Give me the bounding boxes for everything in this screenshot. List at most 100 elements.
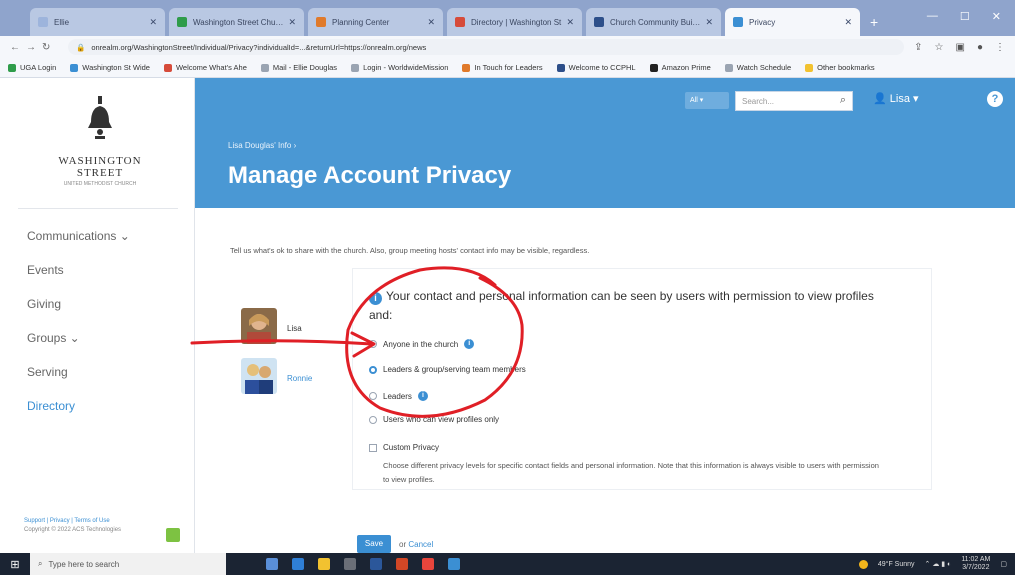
option-leaders-group-members[interactable]: Leaders & group/serving team members bbox=[369, 365, 526, 374]
browser-tab[interactable]: Washington Street Church ✕ bbox=[169, 8, 304, 36]
privacy-panel: i Your contact and personal information c… bbox=[352, 268, 932, 490]
info-icon[interactable]: i bbox=[464, 339, 475, 349]
extensions-icon[interactable]: ▣ bbox=[956, 42, 965, 53]
word-icon[interactable] bbox=[370, 558, 382, 570]
web-page: WASHINGTON STREET UNITED METHODIST CHURC… bbox=[0, 78, 1015, 553]
user-name: Lisa ▾ bbox=[889, 93, 919, 105]
person-name[interactable]: Ronnie bbox=[287, 374, 312, 383]
cancel-link[interactable]: Cancel bbox=[408, 540, 433, 549]
bookmark[interactable]: Watch Schedule bbox=[724, 63, 791, 72]
weather-text[interactable]: 49°F Sunny bbox=[878, 561, 915, 568]
browser-tab-bar: Ellie ✕ Washington Street Church ✕ Plannin… bbox=[0, 0, 1015, 36]
star-icon[interactable]: ☆ bbox=[935, 42, 944, 53]
minimize-icon[interactable]: — bbox=[927, 10, 938, 23]
user-menu[interactable]: 👤 Lisa ▾ bbox=[873, 92, 919, 105]
browser-tab[interactable]: Directory | Washington St ✕ bbox=[447, 8, 582, 36]
forward-icon[interactable]: → bbox=[26, 42, 42, 53]
bookmark[interactable]: Washington St Wide bbox=[70, 63, 150, 72]
sidebar-menu: Communications ⌄ Events Giving Groups ⌄ … bbox=[27, 226, 130, 430]
close-tab-icon[interactable]: ✕ bbox=[705, 17, 713, 28]
sidebar-item-directory[interactable]: Directory bbox=[27, 396, 130, 430]
windows-start-icon[interactable]: ⊞ bbox=[0, 553, 30, 575]
help-icon[interactable]: ? bbox=[987, 91, 1003, 107]
reload-icon[interactable]: ↻ bbox=[42, 42, 58, 53]
search-scope-select[interactable]: All ▾ bbox=[685, 92, 729, 109]
edge-icon[interactable] bbox=[292, 558, 304, 570]
new-tab-button[interactable]: + bbox=[870, 14, 878, 30]
person-card-lisa[interactable]: Lisa bbox=[235, 308, 355, 348]
radio-button[interactable] bbox=[369, 415, 377, 424]
file-explorer-icon[interactable] bbox=[318, 558, 330, 570]
close-window-icon[interactable]: ✕ bbox=[992, 10, 1001, 23]
notifications-icon[interactable]: ▢ bbox=[1000, 560, 1007, 568]
breadcrumb[interactable]: Lisa Douglas' Info › bbox=[228, 141, 296, 150]
search-icon[interactable]: ⌕ bbox=[840, 94, 846, 107]
tray-icons[interactable]: ⌃ ☁ ▮ ◐ bbox=[925, 560, 952, 568]
option-view-profiles-only[interactable]: Users who can view profiles only bbox=[369, 415, 499, 424]
radio-button[interactable] bbox=[369, 340, 377, 348]
profile-icon[interactable]: ● bbox=[977, 42, 983, 53]
clock[interactable]: 11:02 AM 3/7/2022 bbox=[961, 556, 990, 572]
option-custom-privacy[interactable]: Custom Privacy bbox=[369, 443, 439, 452]
tab-label: Directory | Washington St bbox=[471, 17, 562, 27]
taskbar-search[interactable]: ⌕ Type here to search bbox=[30, 553, 226, 575]
bookmark[interactable]: Welcome What's Ahe bbox=[163, 63, 247, 72]
intro-text: Tell us what's ok to share with the chur… bbox=[230, 246, 590, 255]
avatar bbox=[241, 358, 277, 394]
bookmark[interactable]: Mail - Ellie Douglas bbox=[260, 63, 337, 72]
search-icon: ⌕ bbox=[38, 559, 43, 568]
bookmark[interactable]: Login - WorldwideMission bbox=[351, 63, 448, 72]
tab-label: Washington Street Church bbox=[193, 17, 285, 27]
person-card-ronnie[interactable]: Ronnie bbox=[235, 358, 355, 398]
sidebar-item-events[interactable]: Events bbox=[27, 260, 130, 294]
share-icon[interactable]: ⇪ bbox=[914, 42, 922, 53]
back-icon[interactable]: ← bbox=[10, 42, 26, 53]
custom-privacy-description: Choose different privacy levels for spec… bbox=[383, 461, 879, 484]
app-icon[interactable] bbox=[448, 558, 460, 570]
option-leaders[interactable]: Leaders i bbox=[369, 391, 428, 401]
task-view-icon[interactable] bbox=[266, 558, 278, 570]
chat-icon[interactable] bbox=[166, 528, 180, 542]
radio-button[interactable] bbox=[369, 392, 377, 400]
info-icon[interactable]: i bbox=[417, 391, 428, 401]
sidebar-item-giving[interactable]: Giving bbox=[27, 294, 130, 328]
radio-button-selected[interactable] bbox=[369, 365, 377, 374]
close-tab-icon[interactable]: ✕ bbox=[288, 17, 296, 28]
browser-tab-active[interactable]: Privacy ✕ bbox=[725, 8, 860, 36]
checkbox[interactable] bbox=[369, 443, 377, 452]
save-button[interactable]: Save bbox=[357, 535, 391, 553]
maximize-icon[interactable]: ☐ bbox=[960, 10, 970, 23]
sidebar-item-communications[interactable]: Communications ⌄ bbox=[27, 226, 130, 260]
close-tab-icon[interactable]: ✕ bbox=[427, 17, 435, 28]
bookmark[interactable]: Welcome to CCPHL bbox=[556, 63, 636, 72]
close-tab-icon[interactable]: ✕ bbox=[566, 17, 574, 28]
browser-tab[interactable]: Planning Center ✕ bbox=[308, 8, 443, 36]
footer-links[interactable]: Support | Privacy | Terms of Use bbox=[24, 518, 121, 524]
bookmarks-bar: UGA Login Washington St Wide Welcome Wha… bbox=[0, 58, 1015, 78]
chrome-icon[interactable] bbox=[422, 558, 434, 570]
close-tab-icon[interactable]: ✕ bbox=[844, 17, 852, 28]
bookmark-folder[interactable]: Other bookmarks bbox=[805, 63, 875, 72]
bookmark[interactable]: Amazon Prime bbox=[649, 63, 711, 72]
search-input[interactable]: Search... ⌕ bbox=[735, 91, 853, 111]
bookmark[interactable]: In Touch for Leaders bbox=[462, 63, 543, 72]
sidebar-item-serving[interactable]: Serving bbox=[27, 362, 130, 396]
tab-favicon-icon bbox=[733, 17, 743, 27]
close-tab-icon[interactable]: ✕ bbox=[149, 17, 157, 28]
option-anyone[interactable]: Anyone in the church i bbox=[369, 339, 475, 349]
powerpoint-icon[interactable] bbox=[396, 558, 408, 570]
url-field[interactable]: 🔒 onrealm.org/WashingtonStreet/Individual… bbox=[68, 39, 905, 55]
browser-tab[interactable]: Church Community Builder ✕ bbox=[586, 8, 721, 36]
divider bbox=[18, 208, 178, 209]
sidebar-item-groups[interactable]: Groups ⌄ bbox=[27, 328, 130, 362]
bookmark[interactable]: UGA Login bbox=[8, 63, 56, 72]
store-icon[interactable] bbox=[344, 558, 356, 570]
church-logo[interactable]: WASHINGTON STREET UNITED METHODIST CHURC… bbox=[40, 96, 160, 196]
logo-line-1: WASHINGTON bbox=[58, 155, 142, 167]
browser-tab[interactable]: Ellie ✕ bbox=[30, 8, 165, 36]
tab-label: Privacy bbox=[749, 17, 776, 27]
option-label: Anyone in the church bbox=[383, 339, 459, 349]
browser-menu-icon[interactable]: ⋮ bbox=[995, 42, 1005, 53]
lock-icon: 🔒 bbox=[76, 42, 86, 52]
taskbar-search-text: Type here to search bbox=[48, 559, 120, 569]
